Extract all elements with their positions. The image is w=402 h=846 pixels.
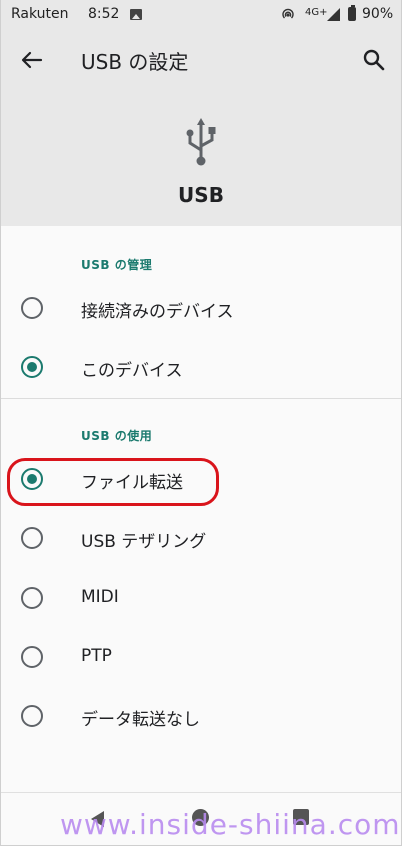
status-bar: Rakuten 8:52 4G+ 90% [0, 0, 402, 30]
battery-percent: 90% [362, 6, 394, 22]
section-title-usb-manage: USB の管理 [81, 258, 153, 272]
option-label: このデバイス [81, 361, 183, 381]
option-no-data-transfer[interactable]: データ転送なし [1, 691, 401, 745]
hotspot-icon [282, 8, 294, 19]
option-label: USB テザリング [81, 532, 207, 552]
option-label: MIDI [81, 587, 119, 607]
radio-button[interactable] [21, 297, 43, 319]
option-this-device[interactable]: このデバイス [1, 342, 401, 396]
radio-button-selected[interactable] [21, 356, 43, 378]
option-label: PTP [81, 646, 112, 666]
search-icon[interactable] [358, 44, 390, 76]
battery-icon [348, 5, 356, 21]
option-connected-device[interactable]: 接続済みのデバイス [1, 283, 401, 337]
option-usb-tethering[interactable]: USB テザリング [1, 513, 401, 567]
option-label: データ転送なし [81, 710, 200, 730]
highlight-annotation [7, 458, 219, 506]
radio-button[interactable] [21, 705, 43, 727]
section-divider [1, 398, 401, 399]
section-title-usb-use: USB の使用 [81, 429, 153, 443]
arrow-back-icon[interactable] [16, 44, 48, 76]
option-ptp[interactable]: PTP [1, 632, 401, 686]
radio-button[interactable] [21, 587, 43, 609]
network-type: 4G+ [305, 7, 328, 18]
option-midi[interactable]: MIDI [1, 573, 401, 627]
usb-heading: USB [178, 183, 224, 207]
clock: 8:52 [88, 6, 120, 22]
option-label: 接続済みのデバイス [81, 302, 234, 322]
watermark: www.inside-shiina.com [60, 808, 401, 841]
usb-icon [186, 118, 216, 166]
radio-button[interactable] [21, 527, 43, 549]
signal-icon [327, 8, 340, 21]
radio-button[interactable] [21, 646, 43, 668]
image-notification-icon [130, 9, 142, 20]
carrier-label: Rakuten [11, 6, 69, 22]
page-title: USB の設定 [81, 50, 189, 74]
